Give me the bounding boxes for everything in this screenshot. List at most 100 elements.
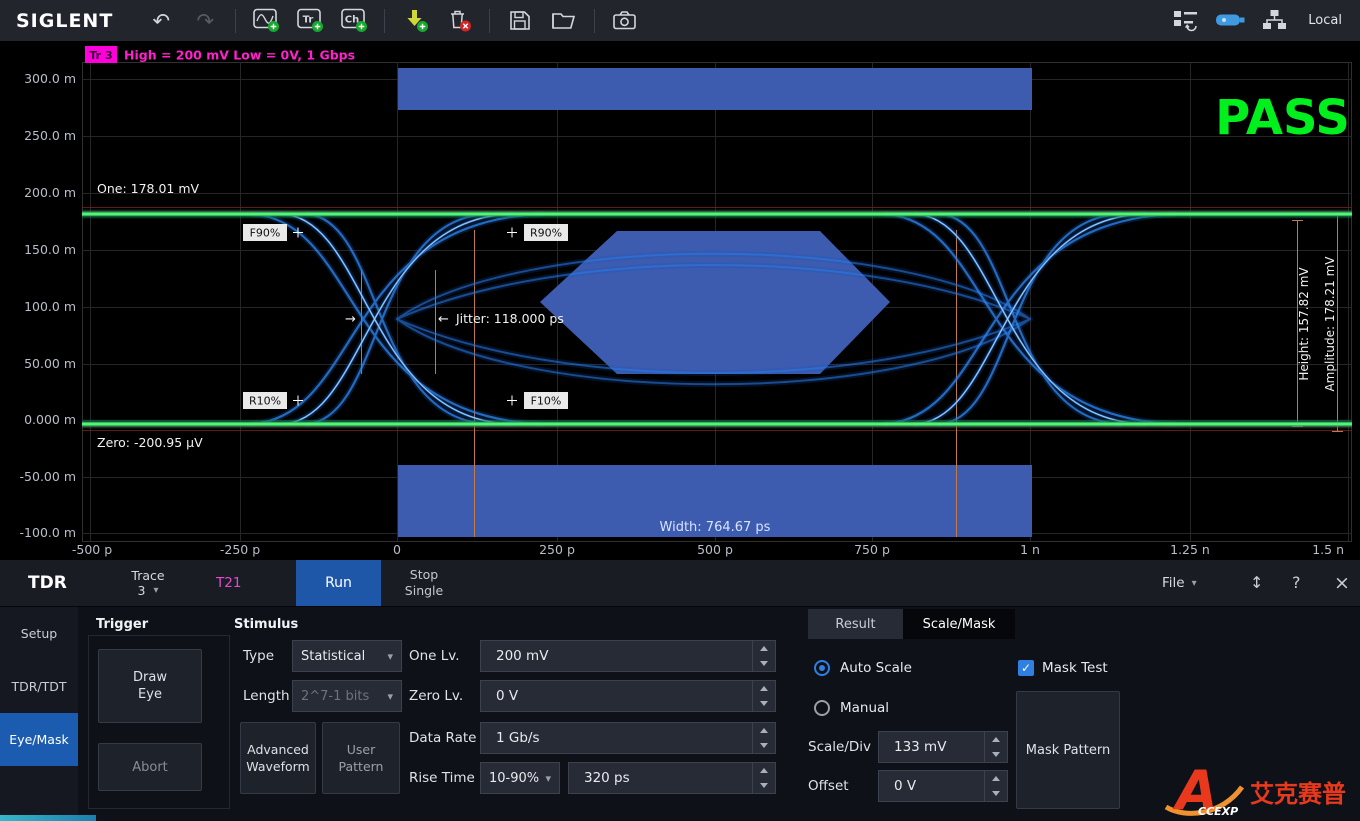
tab-scale-mask[interactable]: Scale/Mask: [903, 609, 1015, 639]
svg-text:0: 0: [393, 542, 401, 557]
toolbar-separator: [384, 9, 385, 33]
spinner-down-icon[interactable]: [985, 747, 1007, 762]
svg-text:100.0 m: 100.0 m: [24, 299, 76, 314]
spinner-up-icon[interactable]: [753, 723, 775, 738]
trace-selector[interactable]: Trace 3 ▾: [110, 560, 186, 606]
one-level-spinner[interactable]: 200 mV: [480, 640, 776, 672]
rise-time-mode-value: 10-90%: [489, 771, 539, 786]
scale-div-label: Scale/Div: [808, 731, 871, 763]
svg-text:750 p: 750 p: [854, 542, 890, 557]
svg-text:250.0 m: 250.0 m: [24, 128, 76, 143]
data-rate-spinner[interactable]: 1 Gb/s: [480, 722, 776, 754]
spinner-up-icon[interactable]: [985, 771, 1007, 786]
rise-time-label: Rise Time: [409, 762, 475, 794]
zero-level-label: Zero: -200.95 µV: [97, 435, 203, 450]
trace-selector-label: Trace: [131, 568, 164, 583]
user-pattern-button[interactable]: User Pattern: [322, 722, 400, 794]
svg-text:0.000 m: 0.000 m: [24, 412, 76, 427]
add-trace-icon[interactable]: Tr: [292, 3, 328, 39]
length-label: Length: [243, 680, 290, 712]
abort-button[interactable]: Abort: [98, 743, 202, 791]
spinner-up-icon[interactable]: [753, 641, 775, 656]
accexp-logo: A CCEXP 艾克赛普: [1164, 761, 1346, 817]
redo-icon[interactable]: ↷: [187, 3, 223, 39]
mask-pattern-button[interactable]: Mask Pattern: [1016, 691, 1120, 809]
spinner-up-icon[interactable]: [753, 681, 775, 696]
trigger-section-title: Trigger: [96, 617, 148, 632]
type-value: Statistical: [301, 649, 365, 664]
spinner-up-icon[interactable]: [985, 732, 1007, 747]
spinner-down-icon[interactable]: [753, 738, 775, 753]
self-test-icon[interactable]: [1168, 3, 1204, 39]
spinner-down-icon[interactable]: [753, 778, 775, 793]
svg-text:500 p: 500 p: [697, 542, 733, 557]
tab-result[interactable]: Result: [808, 609, 903, 639]
sidebar-item-setup[interactable]: Setup: [0, 607, 78, 660]
add-math-icon[interactable]: [248, 3, 284, 39]
open-folder-icon[interactable]: [546, 3, 582, 39]
eye-mask-panel: Setup TDR/TDT Eye/Mask Trigger Draw Eye …: [0, 607, 1360, 821]
taskbar-peek-strip: [0, 815, 96, 821]
screenshot-icon[interactable]: [607, 3, 643, 39]
auto-scale-radio[interactable]: [814, 660, 830, 676]
zero-level-value: 0 V: [481, 681, 752, 711]
user-pattern-label-2: Pattern: [339, 758, 384, 775]
scale-div-spinner[interactable]: 133 mV: [878, 731, 1008, 763]
manual-radio[interactable]: [814, 700, 830, 716]
eye-diagram-plot[interactable]: Width: 764.67 ps: [0, 42, 1360, 560]
width-measurement: Width: 764.67 ps: [660, 520, 771, 535]
siglent-logo: SIGLENT: [16, 10, 113, 32]
accexp-latin-label: CCEXP: [1198, 805, 1238, 817]
control-tabbar: TDR Trace 3 ▾ T21 Run Stop Single File ▾…: [0, 560, 1360, 607]
save-icon[interactable]: [502, 3, 538, 39]
rise-time-mode-dropdown[interactable]: 10-90% ▾: [480, 762, 560, 794]
local-remote-label[interactable]: Local: [1308, 13, 1342, 28]
sidebar-item-eye-mask[interactable]: Eye/Mask: [0, 713, 78, 766]
length-value: 2^7-1 bits: [301, 689, 369, 704]
advanced-waveform-button[interactable]: Advanced Waveform: [240, 722, 316, 794]
pass-status: PASS: [1215, 90, 1350, 146]
svg-text:-50.00 m: -50.00 m: [20, 469, 76, 484]
auto-scale-label: Auto Scale: [840, 660, 912, 677]
mask-test-checkbox[interactable]: ✓: [1018, 660, 1034, 676]
run-button[interactable]: Run: [296, 560, 381, 606]
type-dropdown[interactable]: Statistical ▾: [292, 640, 402, 672]
crosshair-marker: [507, 228, 517, 238]
length-dropdown[interactable]: 2^7-1 bits ▾: [292, 680, 402, 712]
file-menu[interactable]: File ▾: [1162, 560, 1197, 606]
chevron-down-icon: ▾: [387, 690, 393, 703]
load-waveform-icon[interactable]: [397, 3, 433, 39]
offset-spinner[interactable]: 0 V: [878, 770, 1008, 802]
y-axis-ticks: 300.0 m250.0 m 200.0 m150.0 m 100.0 m50.…: [20, 71, 76, 540]
draw-eye-label-1: Draw: [133, 669, 167, 686]
mask-test-label: Mask Test: [1042, 660, 1108, 677]
advanced-waveform-label-1: Advanced: [247, 741, 309, 758]
draw-eye-button[interactable]: Draw Eye: [98, 649, 202, 723]
zero-level-spinner[interactable]: 0 V: [480, 680, 776, 712]
collapse-panel-icon[interactable]: ↕: [1250, 560, 1263, 606]
usb-device-icon[interactable]: [1212, 3, 1248, 39]
svg-text:-250 p: -250 p: [220, 542, 260, 557]
add-channel-icon[interactable]: Ch: [336, 3, 372, 39]
stimulus-section-title: Stimulus: [234, 617, 298, 632]
trace-id-label[interactable]: T21: [216, 560, 241, 606]
svg-text:50.00 m: 50.00 m: [24, 356, 76, 371]
spinner-up-icon[interactable]: [753, 763, 775, 778]
tdr-application: SIGLENT ↶ ↷ Tr Ch: [0, 0, 1360, 821]
svg-text:300.0 m: 300.0 m: [24, 71, 76, 86]
sidebar-item-tdr-tdt[interactable]: TDR/TDT: [0, 660, 78, 713]
spinner-down-icon[interactable]: [753, 696, 775, 711]
draw-eye-label-2: Eye: [138, 686, 162, 703]
help-icon[interactable]: ?: [1292, 560, 1301, 606]
advanced-waveform-label-2: Waveform: [246, 758, 309, 775]
svg-text:1.25 n: 1.25 n: [1170, 542, 1210, 557]
undo-icon[interactable]: ↶: [143, 3, 179, 39]
network-icon[interactable]: [1256, 3, 1292, 39]
close-icon[interactable]: ×: [1334, 560, 1350, 606]
spinner-down-icon[interactable]: [985, 786, 1007, 801]
spinner-down-icon[interactable]: [753, 656, 775, 671]
rise-time-spinner[interactable]: 320 ps: [568, 762, 776, 794]
stop-single-button[interactable]: Stop Single: [392, 560, 456, 606]
delete-icon[interactable]: [441, 3, 477, 39]
rise-time-value: 320 ps: [569, 763, 752, 793]
